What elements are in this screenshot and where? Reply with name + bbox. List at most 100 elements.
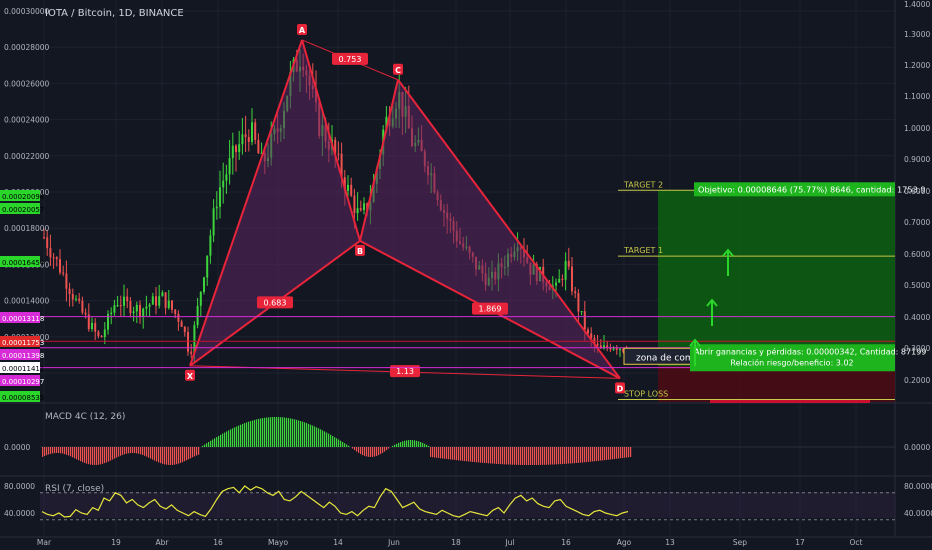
- candle-body: [238, 144, 241, 153]
- macd-bar: [326, 432, 328, 447]
- candle-body: [574, 291, 577, 294]
- macd-bar: [186, 447, 188, 461]
- macd-bar: [304, 422, 306, 447]
- candle-body: [62, 272, 65, 274]
- price-badge-label: 0.00008535: [2, 394, 44, 402]
- macd-bar: [132, 447, 134, 454]
- macd-bar: [236, 426, 238, 447]
- candle-body: [119, 305, 122, 307]
- macd-bar: [312, 425, 314, 447]
- macd-bar: [108, 447, 110, 462]
- candle-body: [606, 345, 609, 348]
- pattern-point-b-label: B: [357, 247, 363, 256]
- candle-body: [55, 257, 58, 260]
- macd-bar: [74, 447, 76, 459]
- macd-bar: [556, 447, 558, 465]
- candle-body: [580, 311, 583, 313]
- macd-bar: [362, 447, 364, 456]
- right-axis-tick: 0.5000: [904, 281, 930, 290]
- macd-bar: [156, 447, 158, 462]
- macd-bar: [270, 417, 272, 447]
- candle-body: [135, 304, 138, 312]
- macd-bar: [264, 417, 266, 447]
- candle-body: [145, 306, 148, 309]
- macd-bar: [412, 440, 414, 447]
- candle-body: [103, 329, 106, 338]
- candle-body: [225, 174, 228, 181]
- price-badge-label: 0.00010297: [2, 378, 44, 386]
- macd-bar: [604, 447, 606, 461]
- left-axis-tick: 0.00028000: [4, 43, 50, 52]
- candle-body: [247, 136, 250, 142]
- macd-bar: [486, 447, 488, 464]
- loss-zone: [658, 366, 895, 402]
- right-axis-tick: 0.8000: [904, 187, 930, 196]
- macd-bar: [134, 447, 136, 454]
- right-axis-tick: 0.9000: [904, 155, 930, 164]
- ratio-label: 1.869: [479, 305, 502, 314]
- macd-bar: [468, 447, 470, 462]
- candle-body: [363, 203, 365, 211]
- macd-bar: [188, 447, 190, 460]
- macd-bar: [484, 447, 486, 464]
- macd-bar: [104, 447, 106, 464]
- macd-bar: [180, 447, 182, 463]
- macd-bar: [374, 447, 376, 457]
- candle-body: [59, 259, 61, 273]
- macd-bar: [154, 447, 156, 461]
- right-axis-tick: 0.7000: [904, 218, 930, 227]
- x-axis-tick: Ago: [617, 538, 632, 547]
- macd-bar: [206, 443, 208, 447]
- macd-bar: [254, 419, 256, 447]
- macd-bar: [504, 447, 506, 465]
- macd-bar: [262, 418, 264, 447]
- macd-bar: [510, 447, 512, 465]
- macd-bar: [162, 447, 164, 464]
- macd-bar: [60, 447, 62, 454]
- macd-bar: [282, 417, 284, 447]
- macd-bar: [344, 443, 346, 447]
- macd-bar: [86, 447, 88, 464]
- macd-bar: [620, 447, 622, 459]
- macd-bar: [272, 417, 274, 447]
- candle-body: [164, 292, 167, 308]
- macd-bar: [138, 447, 140, 454]
- candle-body: [209, 235, 212, 256]
- macd-bar: [240, 424, 242, 447]
- macd-bar: [464, 447, 466, 462]
- x-axis-tick: Abr: [156, 538, 170, 547]
- candle-body: [126, 296, 129, 302]
- macd-bar: [590, 447, 592, 462]
- x-axis-tick: Jul: [504, 538, 514, 547]
- macd-bar: [592, 447, 594, 462]
- macd-bar: [314, 426, 316, 447]
- candle-body: [183, 326, 186, 333]
- macd-bar: [496, 447, 498, 464]
- macd-bar: [624, 447, 626, 458]
- macd-bar: [618, 447, 620, 459]
- macd-bar: [122, 447, 124, 455]
- macd-bar: [48, 447, 50, 455]
- candle-body: [235, 145, 237, 153]
- macd-bar: [392, 445, 394, 447]
- x-axis-tick: 16: [213, 538, 223, 547]
- macd-bar: [488, 447, 490, 464]
- macd-bar: [406, 440, 408, 447]
- trading-chart[interactable]: X A B C D 0.753 0.683 1.869 1.13 TARGET 2 TARGET …: [0, 0, 932, 550]
- x-axis-tick: Jun: [387, 538, 400, 547]
- x-axis-tick: 16: [561, 538, 571, 547]
- macd-bar: [256, 419, 258, 447]
- ratio-label: 0.683: [264, 298, 287, 307]
- macd-bar: [598, 447, 600, 461]
- macd-bar: [170, 447, 172, 465]
- macd-bar: [370, 447, 372, 457]
- macd-bar: [70, 447, 72, 457]
- macd-bar: [616, 447, 618, 459]
- macd-bar: [440, 447, 442, 459]
- candle-body: [91, 322, 93, 330]
- right-axis-tick: 0.3000: [904, 344, 930, 353]
- macd-bar: [552, 447, 554, 465]
- macd-bar: [366, 447, 368, 457]
- macd-bar: [408, 440, 410, 447]
- macd-bar: [602, 447, 604, 461]
